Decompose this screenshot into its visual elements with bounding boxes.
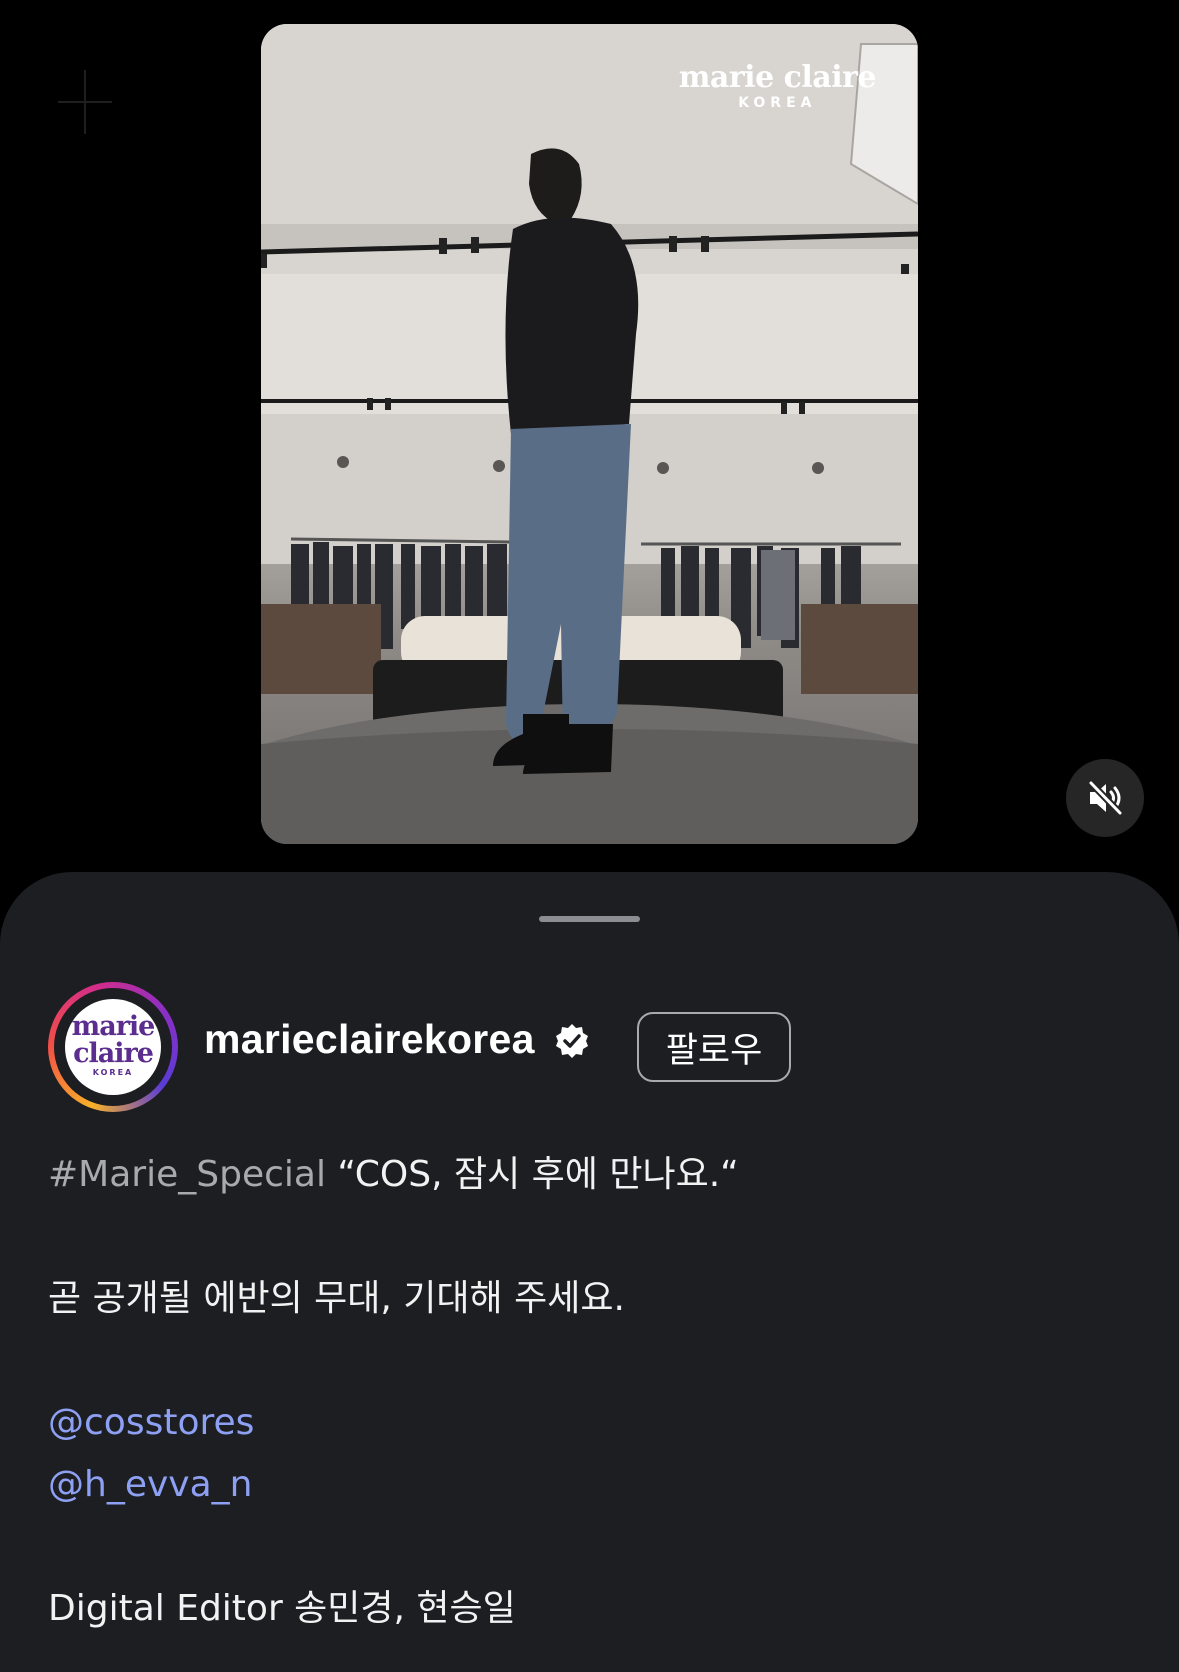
speaker-muted-icon [1087, 779, 1124, 817]
caption-line: 곧 공개될 에반의 무대, 기대해 주세요. [48, 1278, 625, 1319]
watermark-subtitle: KOREA [738, 95, 817, 111]
reel-viewer: marie claire KOREA marie claire KOREA ma… [0, 0, 1179, 1672]
caption-headline: “COS, 잠시 후에 만나요.“ [337, 1154, 739, 1195]
avatar-logo-line1: marie [71, 1011, 156, 1042]
post-caption: #Marie_Special “COS, 잠시 후에 만나요.“ 곧 공개될 에… [48, 1144, 1128, 1640]
username[interactable]: marieclairekorea [204, 1015, 535, 1063]
video-player[interactable]: marie claire KOREA [261, 24, 918, 844]
video-frame-illustration [261, 24, 918, 844]
mention-link[interactable]: @cosstores [48, 1392, 1128, 1454]
watermark-logo: marie claire KOREA [678, 60, 877, 112]
verified-badge-icon [556, 1024, 588, 1058]
caption-credit: Digital Editor 송민경, 현승일 [48, 1588, 516, 1629]
hashtag-link[interactable]: #Marie_Special [48, 1154, 326, 1195]
avatar[interactable]: marie claire KOREA [48, 982, 178, 1112]
avatar-logo-line2: claire [73, 1038, 154, 1069]
mute-toggle-button[interactable] [1066, 759, 1144, 837]
mention-link[interactable]: @h_evva_n [48, 1454, 1128, 1516]
plus-icon [58, 70, 112, 134]
sheet-drag-handle[interactable] [539, 916, 640, 922]
watermark-title: marie claire [678, 60, 877, 95]
avatar-logo: marie claire KOREA [65, 999, 161, 1095]
post-details-sheet: marie claire KOREA marieclairekorea 팔로우 … [0, 872, 1179, 1672]
follow-button[interactable]: 팔로우 [637, 1012, 791, 1082]
